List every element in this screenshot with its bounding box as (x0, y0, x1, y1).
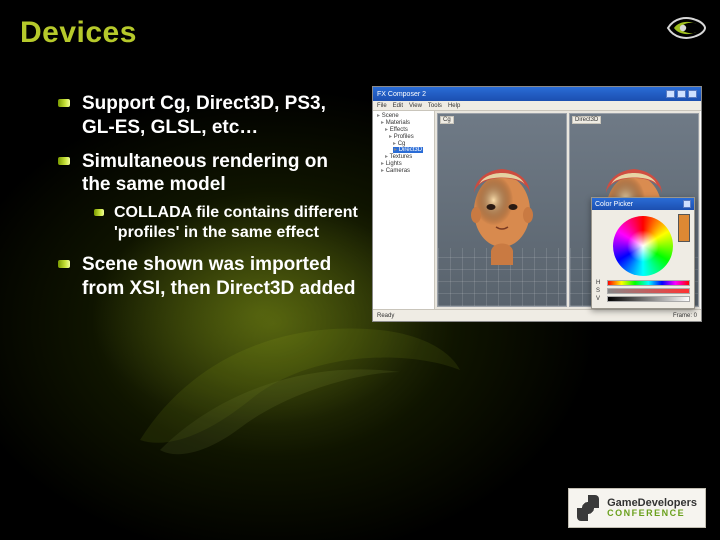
scene-tree-panel: Scene Materials Effects Profiles Cg Dire… (373, 111, 435, 309)
gdc-badge: GameDevelopers CONFERENCE (568, 488, 706, 528)
menu-item[interactable]: File (377, 103, 387, 109)
tree-item[interactable]: Scene (377, 113, 399, 119)
bullet-text: Scene shown was imported from XSI, then … (82, 254, 355, 299)
app-window-title: FX Composer 2 (377, 91, 426, 98)
bullet-text: COLLADA file contains different 'profile… (114, 204, 358, 241)
app-titlebar: FX Composer 2 (373, 87, 701, 101)
saturation-slider[interactable] (607, 288, 690, 294)
tree-item[interactable]: Profiles (389, 134, 414, 140)
window-buttons (666, 90, 697, 98)
color-picker-panel[interactable]: Color Picker H S V (591, 197, 695, 309)
bullet-item: Simultaneous rendering on the same model… (58, 150, 358, 244)
menu-item[interactable]: View (409, 103, 422, 109)
sub-bullet-item: COLLADA file contains different 'profile… (94, 203, 358, 243)
panel-title: Color Picker (595, 201, 633, 208)
value-slider[interactable] (607, 296, 690, 302)
gdc-logo-icon (577, 495, 599, 521)
viewport-left[interactable]: Cg (437, 113, 567, 307)
slider-label: H (596, 280, 604, 286)
slider-label: V (596, 296, 604, 302)
close-icon[interactable] (683, 200, 691, 208)
bullet-list: Support Cg, Direct3D, PS3, GL-ES, GLSL, … (58, 92, 358, 311)
nvidia-eye-icon (666, 14, 706, 42)
bullet-item: Scene shown was imported from XSI, then … (58, 253, 358, 301)
tree-item[interactable]: Effects (385, 127, 408, 133)
slider-label: S (596, 288, 604, 294)
bullet-item: Support Cg, Direct3D, PS3, GL-ES, GLSL, … (58, 92, 358, 140)
minimize-icon[interactable] (666, 90, 675, 98)
bullet-text: Simultaneous rendering on the same model (82, 151, 328, 196)
color-swatch[interactable] (678, 214, 690, 242)
viewport-label: Cg (440, 116, 454, 124)
hue-slider[interactable] (607, 280, 690, 286)
color-wheel[interactable] (613, 216, 673, 276)
tree-item-selected[interactable]: Direct3D (393, 147, 423, 153)
app-menubar: File Edit View Tools Help (373, 101, 701, 111)
viewport-label: Direct3D (572, 116, 601, 124)
close-icon[interactable] (688, 90, 697, 98)
status-frame: Frame: 0 (673, 313, 697, 319)
bullet-text: Support Cg, Direct3D, PS3, GL-ES, GLSL, … (82, 93, 326, 138)
slide-title: Devices (20, 16, 137, 50)
menu-item[interactable]: Edit (393, 103, 403, 109)
menu-item[interactable]: Help (448, 103, 460, 109)
gdc-line2: CONFERENCE (607, 509, 697, 518)
tree-item[interactable]: Cameras (381, 168, 410, 174)
panel-titlebar: Color Picker (592, 198, 694, 210)
menu-item[interactable]: Tools (428, 103, 442, 109)
tree-item[interactable]: Lights (381, 161, 402, 167)
maximize-icon[interactable] (677, 90, 686, 98)
app-screenshot: FX Composer 2 File Edit View Tools Help … (372, 86, 702, 322)
tree-item[interactable]: Materials (381, 120, 410, 126)
tree-item[interactable]: Textures (385, 154, 412, 160)
status-text: Ready (377, 313, 394, 319)
render-head-left (463, 155, 541, 265)
status-bar: Ready Frame: 0 (373, 309, 701, 321)
tree-item[interactable]: Cg (393, 141, 405, 147)
